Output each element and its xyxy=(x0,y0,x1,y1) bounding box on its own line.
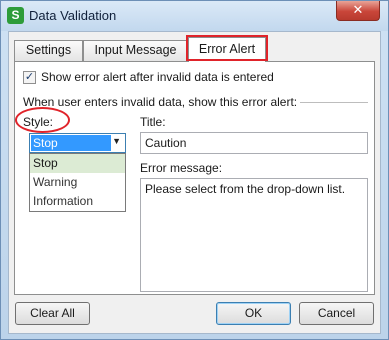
style-option-information[interactable]: Information xyxy=(30,192,125,211)
section-label: When user enters invalid data, show this… xyxy=(23,95,298,109)
title-bar: S Data Validation ✕ xyxy=(1,1,388,31)
style-option-warning[interactable]: Warning xyxy=(30,173,125,192)
clear-all-button[interactable]: Clear All xyxy=(15,302,90,325)
title-label: Title: xyxy=(140,115,166,129)
close-button[interactable]: ✕ xyxy=(336,1,380,21)
cancel-button[interactable]: Cancel xyxy=(299,302,374,325)
tab-settings[interactable]: Settings xyxy=(14,40,83,61)
error-message-label: Error message: xyxy=(140,161,223,175)
app-icon: S xyxy=(7,7,24,24)
style-selected-value[interactable]: Stop xyxy=(31,135,111,151)
data-validation-dialog: S Data Validation ✕ Settings Input Messa… xyxy=(0,0,389,340)
chevron-down-icon[interactable]: ▼ xyxy=(112,136,121,146)
style-dropdown[interactable]: Stop ▼ xyxy=(29,133,126,153)
ok-button[interactable]: OK xyxy=(216,302,291,325)
tab-error-alert[interactable]: Error Alert xyxy=(188,37,266,62)
show-alert-label[interactable]: Show error alert after invalid data is e… xyxy=(41,70,274,84)
style-label: Style: xyxy=(23,115,54,129)
tab-input-message[interactable]: Input Message xyxy=(83,40,188,61)
style-dropdown-list: Stop Warning Information xyxy=(29,153,126,212)
title-field[interactable]: Caution xyxy=(140,132,368,154)
error-message-field[interactable]: Please select from the drop-down list. xyxy=(140,178,368,292)
error-alert-page: ✓ Show error alert after invalid data is… xyxy=(14,61,375,295)
style-option-stop[interactable]: Stop xyxy=(30,154,125,173)
window-title: Data Validation xyxy=(29,8,117,23)
show-alert-checkbox[interactable]: ✓ xyxy=(23,71,36,84)
dialog-body: Settings Input Message Error Alert ✓ Sho… xyxy=(8,31,381,334)
section-divider xyxy=(300,102,368,103)
